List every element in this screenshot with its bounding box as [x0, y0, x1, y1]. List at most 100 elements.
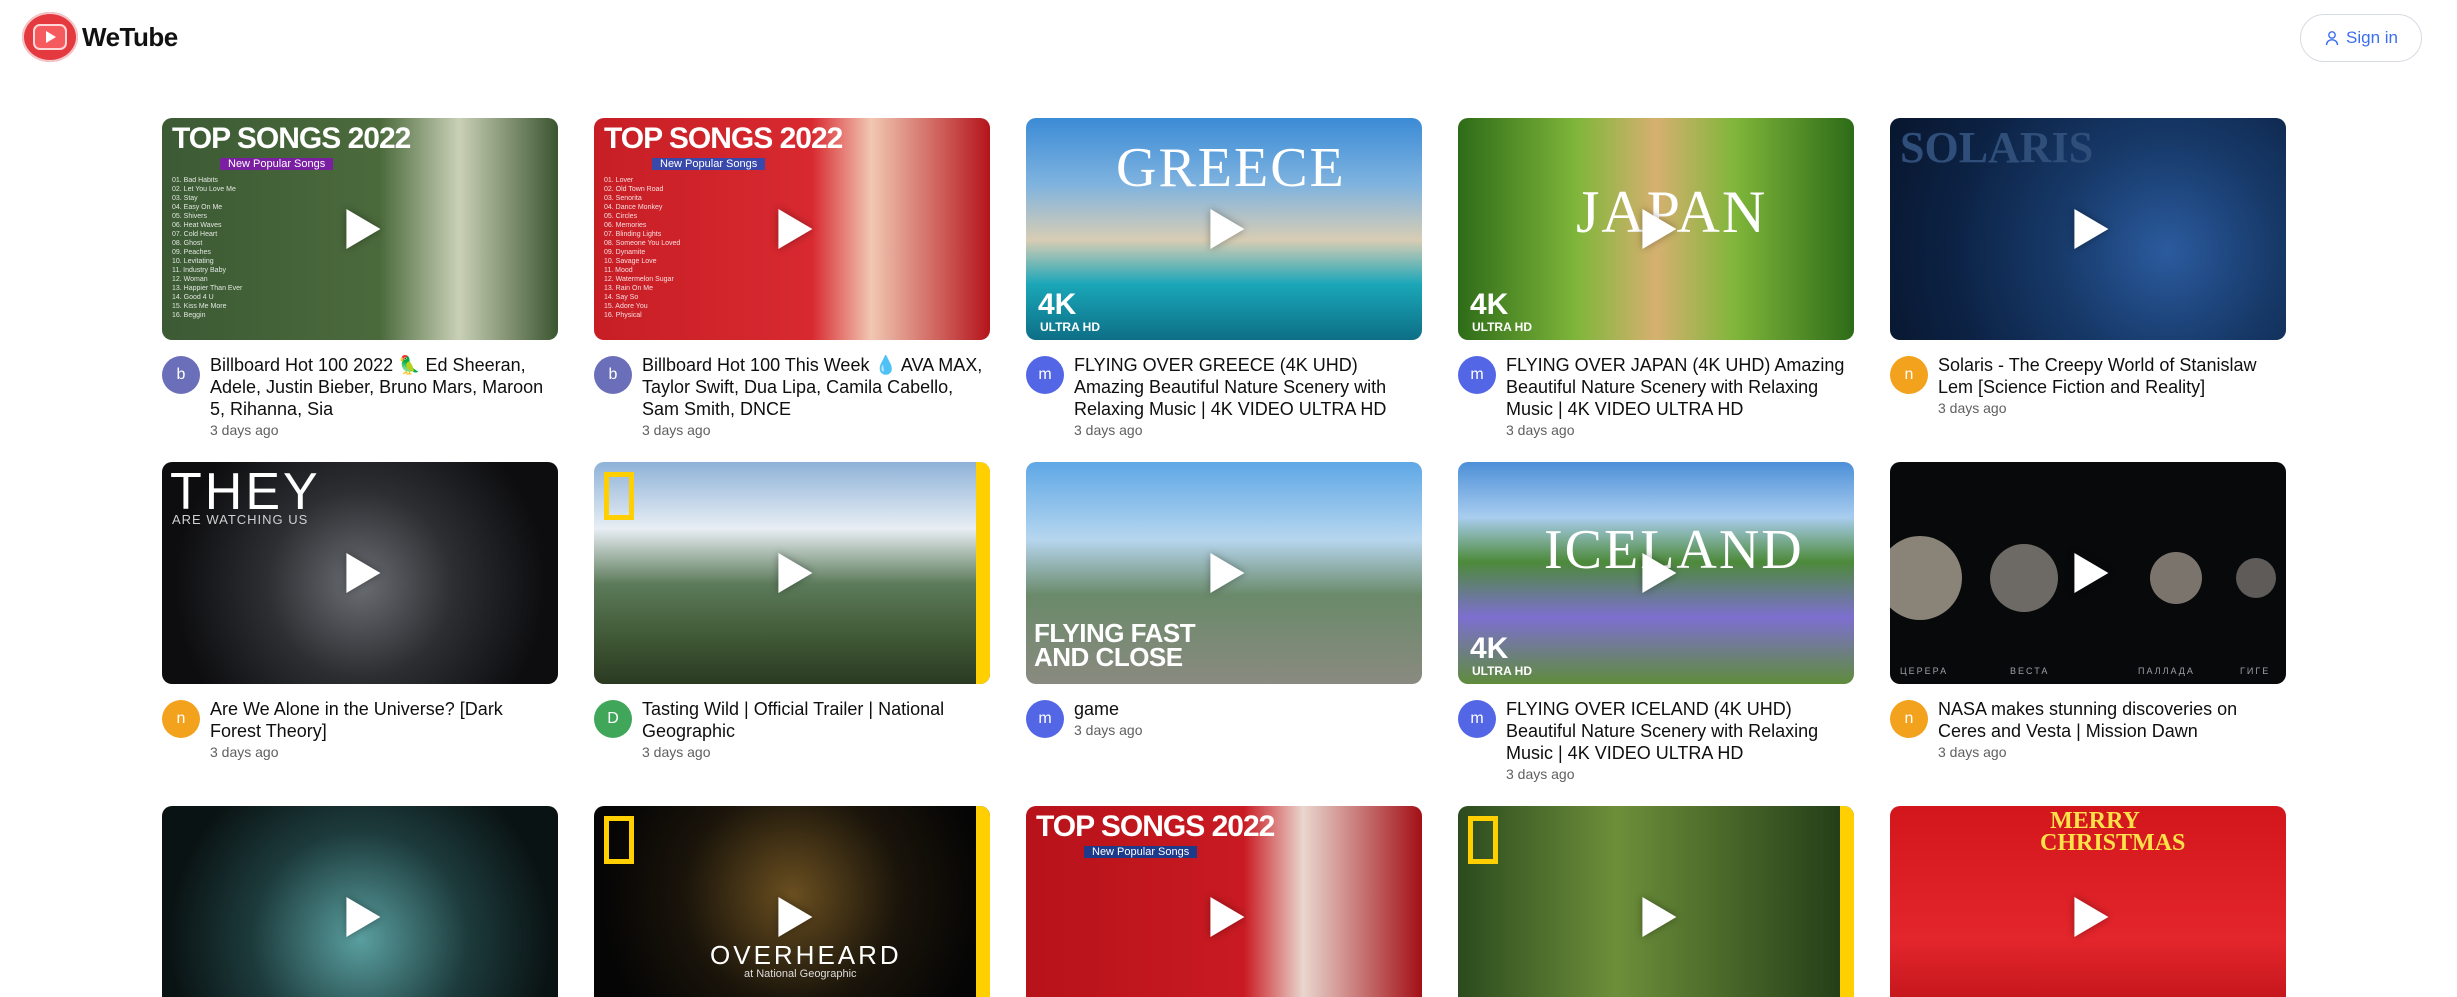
video-thumbnail[interactable]: OVERHEARD at National Geographic	[594, 806, 990, 997]
play-icon	[1642, 553, 1677, 593]
thumb-subtitle: New Popular Songs	[220, 158, 334, 170]
video-card[interactable]	[162, 806, 558, 997]
play-icon	[346, 553, 381, 593]
channel-avatar[interactable]: b	[162, 356, 200, 394]
video-card[interactable]: TOP SONGS 2022 New Popular Songs 01. Bad…	[162, 118, 558, 438]
natgeo-border	[976, 462, 990, 684]
channel-avatar[interactable]: D	[594, 700, 632, 738]
thumb-subtitle: ARE WATCHING US	[172, 512, 309, 527]
video-thumbnail[interactable]: FLYING FAST AND CLOSE	[1026, 462, 1422, 684]
thumb-title: GREECE	[1116, 137, 1346, 199]
video-card[interactable]: JAPAN 4K ULTRA HD m FLYING OVER JAPAN (4…	[1458, 118, 1854, 438]
video-thumbnail[interactable]: TOP SONGS 2022 New Popular Songs 01. Lov…	[594, 118, 990, 340]
channel-avatar[interactable]: m	[1026, 356, 1064, 394]
thumb-label: ЦЕРЕРА	[1900, 666, 1949, 676]
video-title[interactable]: Tasting Wild | Official Trailer | Nation…	[642, 698, 990, 742]
video-card[interactable]: TOP SONGS 2022 New Popular Songs	[1026, 806, 1422, 997]
play-icon	[1210, 897, 1245, 937]
video-title[interactable]: Billboard Hot 100 This Week 💧 AVA MAX, T…	[642, 354, 990, 420]
thumb-subtitle: New Popular Songs	[1084, 846, 1198, 858]
play-icon	[1642, 897, 1677, 937]
video-card[interactable]: D Tasting Wild | Official Trailer | Nati…	[594, 462, 990, 782]
video-thumbnail[interactable]: GREECE 4K ULTRA HD	[1026, 118, 1422, 340]
video-card[interactable]: THEY ARE WATCHING US n Are We Alone in t…	[162, 462, 558, 782]
thumb-badge: 4K	[1038, 288, 1077, 321]
video-thumbnail[interactable]: ЦЕРЕРА ВЕСТА ПАЛЛАДА ГИГЕ	[1890, 462, 2286, 684]
channel-avatar[interactable]: m	[1458, 700, 1496, 738]
channel-avatar[interactable]: n	[162, 700, 200, 738]
channel-avatar[interactable]: n	[1890, 700, 1928, 738]
natgeo-logo-icon	[1468, 816, 1498, 864]
channel-avatar[interactable]: n	[1890, 356, 1928, 394]
song-list: 01. Bad Habits 02. Let You Love Me 03. S…	[172, 177, 243, 319]
video-thumbnail[interactable]	[594, 462, 990, 684]
play-icon	[2074, 897, 2109, 937]
video-thumbnail[interactable]: THEY ARE WATCHING US	[162, 462, 558, 684]
video-thumbnail[interactable]: TOP SONGS 2022 New Popular Songs 01. Bad…	[162, 118, 558, 340]
play-icon	[1642, 209, 1677, 249]
channel-avatar[interactable]: m	[1026, 700, 1064, 738]
video-title[interactable]: game	[1074, 698, 1422, 720]
video-date: 3 days ago	[642, 422, 711, 438]
channel-avatar[interactable]: b	[594, 356, 632, 394]
channel-avatar[interactable]: m	[1458, 356, 1496, 394]
play-icon	[2074, 209, 2109, 249]
video-title[interactable]: NASA makes stunning discoveries on Ceres…	[1938, 698, 2286, 742]
video-title[interactable]: Billboard Hot 100 2022 🦜 Ed Sheeran, Ade…	[210, 354, 558, 420]
thumb-badge-sub: ULTRA HD	[1040, 320, 1100, 334]
play-icon	[778, 897, 813, 937]
video-date: 3 days ago	[210, 422, 279, 438]
wetube-logo[interactable]: WeTube	[22, 12, 178, 62]
video-title[interactable]: FLYING OVER GREECE (4K UHD) Amazing Beau…	[1074, 354, 1422, 420]
natgeo-logo-icon	[604, 472, 634, 520]
thumb-label: ПАЛЛАДА	[2138, 666, 2195, 676]
thumb-badge: 4K	[1470, 288, 1509, 321]
video-thumbnail[interactable]: JAPAN 4K ULTRA HD	[1458, 118, 1854, 340]
video-title[interactable]: FLYING OVER ICELAND (4K UHD) Beautiful N…	[1506, 698, 1854, 764]
play-icon	[1210, 553, 1245, 593]
video-date: 3 days ago	[210, 744, 279, 760]
video-card[interactable]: GREECE 4K ULTRA HD m FLYING OVER GREECE …	[1026, 118, 1422, 438]
song-list: 01. Lover 02. Old Town Road 03. Senorita…	[604, 177, 681, 319]
sign-in-label: Sign in	[2346, 28, 2398, 47]
video-title[interactable]: Are We Alone in the Universe? [Dark Fore…	[210, 698, 558, 742]
video-date: 3 days ago	[642, 744, 711, 760]
thumb-badge-sub: ULTRA HD	[1472, 320, 1532, 334]
natgeo-logo-icon	[604, 816, 634, 864]
logo-icon	[22, 12, 78, 62]
play-icon	[778, 553, 813, 593]
video-card[interactable]: FLYING FAST AND CLOSE m game 3 days ago	[1026, 462, 1422, 782]
video-card[interactable]: MERRY CHRISTMAS	[1890, 806, 2286, 997]
play-icon	[346, 897, 381, 937]
user-icon	[2325, 31, 2339, 46]
video-thumbnail[interactable]: SOLARIS	[1890, 118, 2286, 340]
video-title[interactable]: FLYING OVER JAPAN (4K UHD) Amazing Beaut…	[1506, 354, 1854, 420]
thumb-title: TOP SONGS 2022	[604, 122, 843, 155]
thumb-label: ГИГЕ	[2240, 666, 2271, 676]
sign-in-button[interactable]: Sign in	[2300, 14, 2422, 62]
video-title[interactable]: Solaris - The Creepy World of Stanislaw …	[1938, 354, 2286, 398]
video-thumbnail[interactable]: ICELAND 4K ULTRA HD	[1458, 462, 1854, 684]
top-bar: WeTube Sign in	[0, 0, 2457, 76]
video-thumbnail[interactable]	[162, 806, 558, 997]
video-grid: TOP SONGS 2022 New Popular Songs 01. Bad…	[162, 118, 2286, 997]
video-thumbnail[interactable]: TOP SONGS 2022 New Popular Songs	[1026, 806, 1422, 997]
thumb-title: SOLARIS	[1900, 123, 2094, 172]
video-card[interactable]	[1458, 806, 1854, 997]
video-thumbnail[interactable]: MERRY CHRISTMAS	[1890, 806, 2286, 997]
thumb-subtitle: at National Geographic	[744, 968, 857, 980]
video-date: 3 days ago	[1074, 722, 1143, 738]
thumb-subtitle: New Popular Songs	[652, 158, 766, 170]
video-card[interactable]: OVERHEARD at National Geographic	[594, 806, 990, 997]
thumb-badge-sub: ULTRA HD	[1472, 664, 1532, 678]
video-date: 3 days ago	[1506, 422, 1575, 438]
video-date: 3 days ago	[1074, 422, 1143, 438]
video-card[interactable]: SOLARIS n Solaris - The Creepy World of …	[1890, 118, 2286, 438]
thumb-title: OVERHEARD	[710, 940, 902, 970]
video-card[interactable]: ICELAND 4K ULTRA HD m FLYING OVER ICELAN…	[1458, 462, 1854, 782]
video-date: 3 days ago	[1938, 400, 2007, 416]
natgeo-border	[976, 806, 990, 997]
video-thumbnail[interactable]	[1458, 806, 1854, 997]
video-card[interactable]: TOP SONGS 2022 New Popular Songs 01. Lov…	[594, 118, 990, 438]
video-card[interactable]: ЦЕРЕРА ВЕСТА ПАЛЛАДА ГИГЕ n NASA makes s…	[1890, 462, 2286, 782]
